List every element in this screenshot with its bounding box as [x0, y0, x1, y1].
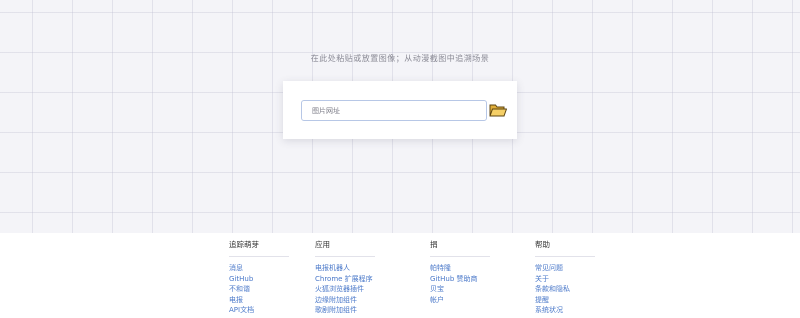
footer-link-opera-addon[interactable]: 歌剧附加组件	[315, 305, 375, 316]
footer-column-donate: 捐 帕特隆 GitHub 赞助商 贝宝 帐户	[430, 239, 490, 305]
footer-link-discord[interactable]: 不和谐	[229, 284, 289, 295]
footer-column-help: 帮助 常见问题 关于 条款和隐私 提醒 系统状况	[535, 239, 595, 316]
footer-link-telegram-bot[interactable]: 电报机器人	[315, 263, 375, 274]
footer-column-title: 追踪萌芽	[229, 239, 289, 257]
footer-link-about[interactable]: 关于	[535, 274, 595, 285]
folder-icon[interactable]	[489, 102, 507, 118]
footer-link-notice[interactable]: 提醒	[535, 295, 595, 306]
search-card	[283, 81, 517, 139]
footer-link-github[interactable]: GitHub	[229, 274, 289, 285]
image-drop-area[interactable]: 在此处粘贴或放置图像；从动漫截图中追溯场景	[0, 0, 800, 233]
footer-link-system-status[interactable]: 系统状况	[535, 305, 595, 316]
footer: 追踪萌芽 消息 GitHub 不和谐 电报 API文档 应用 电报机器人 Chr…	[0, 233, 800, 318]
footer-column-trace-moe: 追踪萌芽 消息 GitHub 不和谐 电报 API文档	[229, 239, 289, 316]
footer-link-api-docs[interactable]: API文档	[229, 305, 289, 316]
footer-column-title: 应用	[315, 239, 375, 257]
footer-link-patreon[interactable]: 帕特隆	[430, 263, 490, 274]
footer-column-title: 捐	[430, 239, 490, 257]
footer-link-terms-privacy[interactable]: 条款和隐私	[535, 284, 595, 295]
footer-link-github-sponsors[interactable]: GitHub 赞助商	[430, 274, 490, 285]
footer-link-account[interactable]: 帐户	[430, 295, 490, 306]
footer-link-faq[interactable]: 常见问题	[535, 263, 595, 274]
image-url-input[interactable]	[301, 100, 487, 121]
footer-link-firefox-addon[interactable]: 火狐浏览器插件	[315, 284, 375, 295]
footer-link-telegram[interactable]: 电报	[229, 295, 289, 306]
footer-column-apps: 应用 电报机器人 Chrome 扩展程序 火狐浏览器插件 边缘附加组件 歌剧附加…	[315, 239, 375, 316]
drop-hint: 在此处粘贴或放置图像；从动漫截图中追溯场景	[310, 54, 490, 63]
footer-link-edge-addon[interactable]: 边缘附加组件	[315, 295, 375, 306]
footer-link-paypal[interactable]: 贝宝	[430, 284, 490, 295]
footer-link-news[interactable]: 消息	[229, 263, 289, 274]
footer-link-chrome-extension[interactable]: Chrome 扩展程序	[315, 274, 375, 285]
footer-column-title: 帮助	[535, 239, 595, 257]
